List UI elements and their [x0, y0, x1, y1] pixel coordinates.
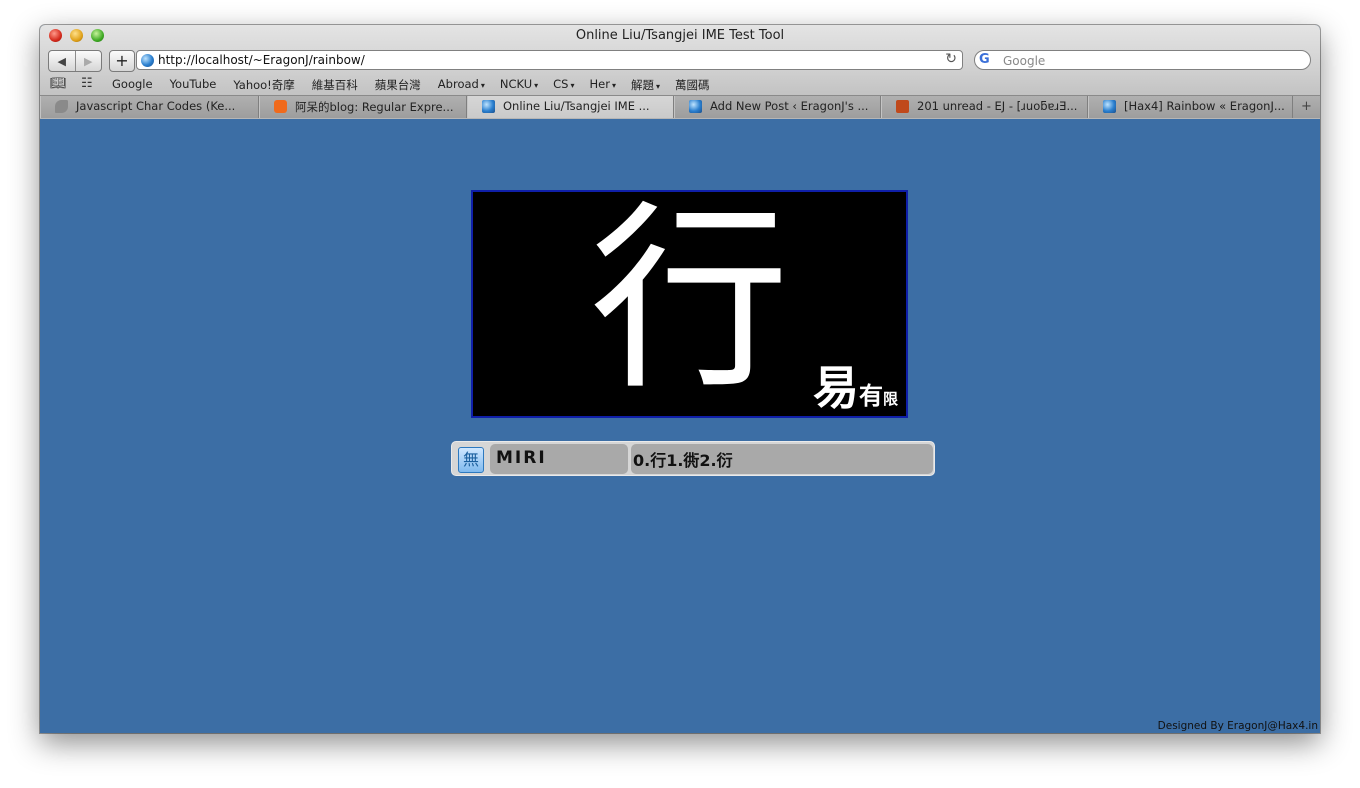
- back-button[interactable]: ◀: [49, 51, 76, 71]
- tab-label: [Hax4] Rainbow « EragonJ...: [1124, 99, 1285, 113]
- tab[interactable]: Add New Post ‹ EragonJ's ...: [674, 96, 881, 118]
- bookmark-item[interactable]: 解題 ▾: [631, 77, 660, 93]
- bookmark-item[interactable]: 維基百科: [312, 77, 360, 93]
- tab-label: Online Liu/Tsangjei IME ...: [503, 99, 650, 113]
- search-input[interactable]: [1001, 52, 1305, 70]
- reload-icon[interactable]: ↻: [945, 51, 957, 67]
- globe-icon: [689, 100, 702, 113]
- browser-chrome: Online Liu/Tsangjei IME Test Tool ◀ ▶ + …: [40, 25, 1320, 119]
- candidate-list[interactable]: 0.行1.衖2.衍: [631, 444, 933, 474]
- bookmark-label: Abroad: [437, 77, 479, 91]
- bookmark-item[interactable]: NCKU ▾: [500, 77, 538, 93]
- bookmark-label: 維基百科: [311, 78, 358, 92]
- character-display: 行 易有限: [471, 190, 908, 418]
- window-title: Online Liu/Tsangjei IME Test Tool: [575, 28, 785, 43]
- secondary-char-3: 限: [882, 390, 898, 408]
- globe-icon: [141, 54, 154, 67]
- bookmark-label: 萬國碼: [675, 78, 710, 92]
- browser-window: Online Liu/Tsangjei IME Test Tool ◀ ▶ + …: [40, 25, 1320, 733]
- bookmark-label: Yahoo!奇摩: [233, 78, 295, 92]
- dropdown-arrow-icon: ▾: [611, 81, 616, 90]
- bookmark-item[interactable]: Yahoo!奇摩: [233, 77, 296, 93]
- address-bar[interactable]: http://localhost/~EragonJ/rainbow/ ↻: [136, 50, 963, 70]
- input-mode-icon[interactable]: 無: [458, 447, 484, 473]
- dropdown-arrow-icon: ▾: [570, 81, 575, 90]
- tab[interactable]: Online Liu/Tsangjei IME ...: [467, 96, 674, 118]
- bookmark-item[interactable]: Abroad ▾: [438, 77, 485, 93]
- bird-icon: [55, 100, 68, 113]
- bookmarks-bar: 📖︎ ☷ Google YouTube Yahoo!奇摩 維基百科 蘋果台灣 Abroad…: [40, 74, 1320, 94]
- tab-label: Add New Post ‹ EragonJ's ...: [710, 99, 869, 113]
- bookmark-label: 解題: [630, 78, 654, 92]
- dropdown-arrow-icon: ▾: [534, 81, 539, 90]
- back-arrow-icon: ◀: [57, 54, 66, 68]
- search-bar[interactable]: G: [974, 50, 1311, 70]
- bookmark-label: 蘋果台灣: [374, 78, 421, 92]
- tab[interactable]: Javascript Char Codes (Ke...: [40, 96, 259, 118]
- bookmark-label: NCKU: [499, 77, 533, 91]
- bookmark-item[interactable]: CS ▾: [553, 77, 574, 93]
- bookmark-item[interactable]: Google: [112, 77, 155, 93]
- dropdown-arrow-icon: ▾: [655, 82, 660, 91]
- tab-label: 201 unread - EJ - [ɹuoƃɐɹƎ...: [917, 99, 1078, 113]
- ime-input-bar: 無 MIRI 0.行1.衖2.衍: [451, 441, 935, 476]
- tab-label: Javascript Char Codes (Ke...: [76, 99, 236, 113]
- url-text[interactable]: http://localhost/~EragonJ/rainbow/: [158, 53, 365, 67]
- bookmark-label: Google: [112, 77, 153, 91]
- dropdown-arrow-icon: ▾: [480, 81, 485, 90]
- bookmark-item[interactable]: Her ▾: [590, 77, 616, 93]
- bookmark-item[interactable]: 萬國碼: [675, 77, 712, 93]
- grid-icon[interactable]: ☷: [81, 76, 93, 91]
- bookmark-label: CS: [553, 77, 569, 91]
- bookmark-label: YouTube: [169, 77, 217, 91]
- page-content: 行 易有限 無 MIRI 0.行1.衖2.衍 Designed By Erago…: [40, 119, 1320, 733]
- bookmark-label: Her: [589, 77, 610, 91]
- globe-icon: [482, 100, 495, 113]
- forward-button[interactable]: ▶: [76, 51, 102, 71]
- bookmark-item[interactable]: 蘋果台灣: [375, 77, 423, 93]
- plurk-icon: [896, 100, 909, 113]
- nav-buttons: ◀ ▶: [48, 50, 102, 72]
- tab-label: 阿呆的blog: Regular Expre...: [295, 100, 454, 114]
- secondary-char-1: 易: [812, 361, 859, 415]
- forward-arrow-icon: ▶: [84, 54, 93, 68]
- google-icon: G: [979, 52, 990, 67]
- bookmark-list: Google YouTube Yahoo!奇摩 維基百科 蘋果台灣 Abroad ▾ NCKU…: [112, 77, 727, 93]
- tab-bar: [Hax4] Rainbow « EragonJ... 201 unread - …: [40, 95, 1320, 118]
- secondary-characters: 易有限: [813, 365, 898, 411]
- add-bookmark-button[interactable]: +: [109, 50, 135, 72]
- bookmark-item[interactable]: YouTube: [170, 77, 219, 93]
- tab[interactable]: 201 unread - EJ - [ɹuoƃɐɹƎ...: [881, 96, 1088, 118]
- candidates-text[interactable]: 0.行1.衖2.衍: [633, 447, 733, 471]
- new-tab-button[interactable]: +: [1293, 96, 1320, 118]
- footer-credit: Designed By EragonJ@Hax4.in: [1157, 720, 1318, 732]
- open-book-icon[interactable]: 📖︎: [50, 76, 67, 91]
- code-input[interactable]: MIRI: [490, 444, 628, 474]
- globe-icon: [1103, 100, 1116, 113]
- tab[interactable]: 阿呆的blog: Regular Expre...: [259, 96, 467, 118]
- secondary-char-2: 有: [858, 382, 883, 410]
- tab[interactable]: [Hax4] Rainbow « EragonJ...: [1088, 96, 1293, 118]
- blogger-icon: [274, 100, 287, 113]
